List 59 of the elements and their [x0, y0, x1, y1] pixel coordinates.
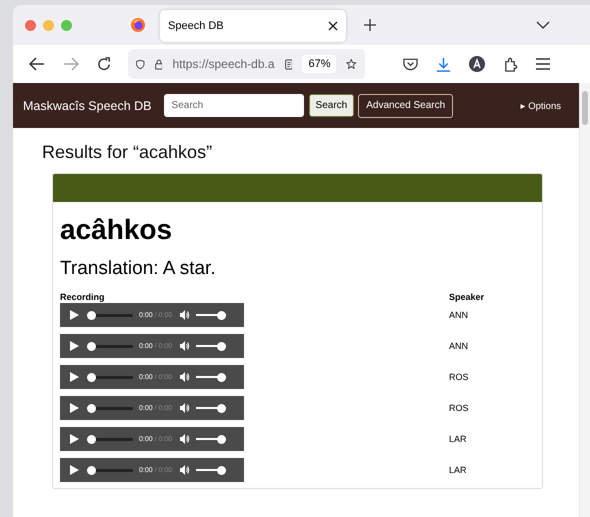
- volume-icon[interactable]: [180, 434, 190, 444]
- column-header: Speaker: [449, 292, 486, 302]
- volume-icon[interactable]: [180, 403, 190, 413]
- translation-text: Translation: A star.: [60, 258, 217, 280]
- url-text[interactable]: https://speech-db.a: [172, 57, 275, 71]
- scrollbar-thumb[interactable]: [582, 91, 588, 125]
- speaker-code: ROS: [449, 372, 470, 382]
- close-icon[interactable]: [328, 21, 338, 31]
- seek-slider[interactable]: [87, 342, 133, 350]
- menu-icon[interactable]: [536, 58, 550, 70]
- search-field[interactable]: Search: [164, 94, 304, 117]
- volume-slider[interactable]: [196, 372, 226, 382]
- play-icon[interactable]: [70, 310, 79, 320]
- play-icon[interactable]: [70, 465, 79, 475]
- volume-icon[interactable]: [180, 341, 190, 351]
- close-window-button[interactable]: [25, 20, 36, 30]
- site-title[interactable]: Maskwacîs Speech DB: [23, 98, 152, 112]
- advanced-search-button[interactable]: Advanced Search: [358, 94, 454, 118]
- play-icon[interactable]: [70, 403, 79, 413]
- results-heading: Results for “acahkos”: [42, 142, 214, 163]
- speaker-code: ROS: [449, 403, 470, 413]
- seek-slider[interactable]: [87, 404, 133, 412]
- back-icon[interactable]: [29, 57, 45, 71]
- new-tab-icon[interactable]: [364, 19, 376, 31]
- search-button[interactable]: Search: [308, 94, 354, 117]
- volume-slider[interactable]: [196, 466, 226, 474]
- volume-icon[interactable]: [180, 310, 190, 320]
- speaker-code: LAR: [449, 465, 468, 475]
- play-icon[interactable]: [70, 341, 79, 351]
- chevron-down-icon[interactable]: [536, 21, 550, 29]
- volume-slider[interactable]: [196, 434, 226, 444]
- volume-icon[interactable]: [180, 372, 190, 382]
- browser-tab[interactable]: Speech DB: [160, 10, 346, 42]
- reader-view-icon[interactable]: [284, 56, 292, 72]
- zoom-level-button[interactable]: 67%: [302, 55, 336, 73]
- seek-slider[interactable]: [87, 434, 133, 444]
- reload-icon[interactable]: [97, 56, 112, 72]
- download-icon[interactable]: [436, 56, 451, 72]
- seek-slider[interactable]: [87, 372, 133, 382]
- play-icon[interactable]: [70, 372, 79, 382]
- seek-slider[interactable]: [87, 310, 133, 320]
- account-icon[interactable]: [469, 56, 485, 72]
- volume-slider[interactable]: [196, 404, 226, 412]
- volume-slider[interactable]: [196, 310, 226, 320]
- bookmark-star-icon[interactable]: [346, 56, 358, 72]
- address-bar[interactable]: https://speech-db.a 67%: [128, 49, 365, 79]
- extensions-icon[interactable]: [503, 56, 518, 72]
- seek-slider[interactable]: [87, 466, 133, 474]
- volume-slider[interactable]: [196, 342, 226, 350]
- speaker-code: LAR: [449, 434, 468, 444]
- entry-word: acâhkos: [60, 214, 174, 246]
- pocket-icon[interactable]: [403, 57, 418, 71]
- volume-icon[interactable]: [180, 465, 190, 475]
- column-header: Recording: [60, 292, 106, 302]
- speaker-code: ANN: [449, 341, 470, 351]
- options-toggle[interactable]: ▸ Options: [520, 100, 561, 112]
- browser-logo-icon: [130, 17, 146, 33]
- speaker-code: ANN: [449, 310, 470, 320]
- play-icon[interactable]: [70, 434, 79, 444]
